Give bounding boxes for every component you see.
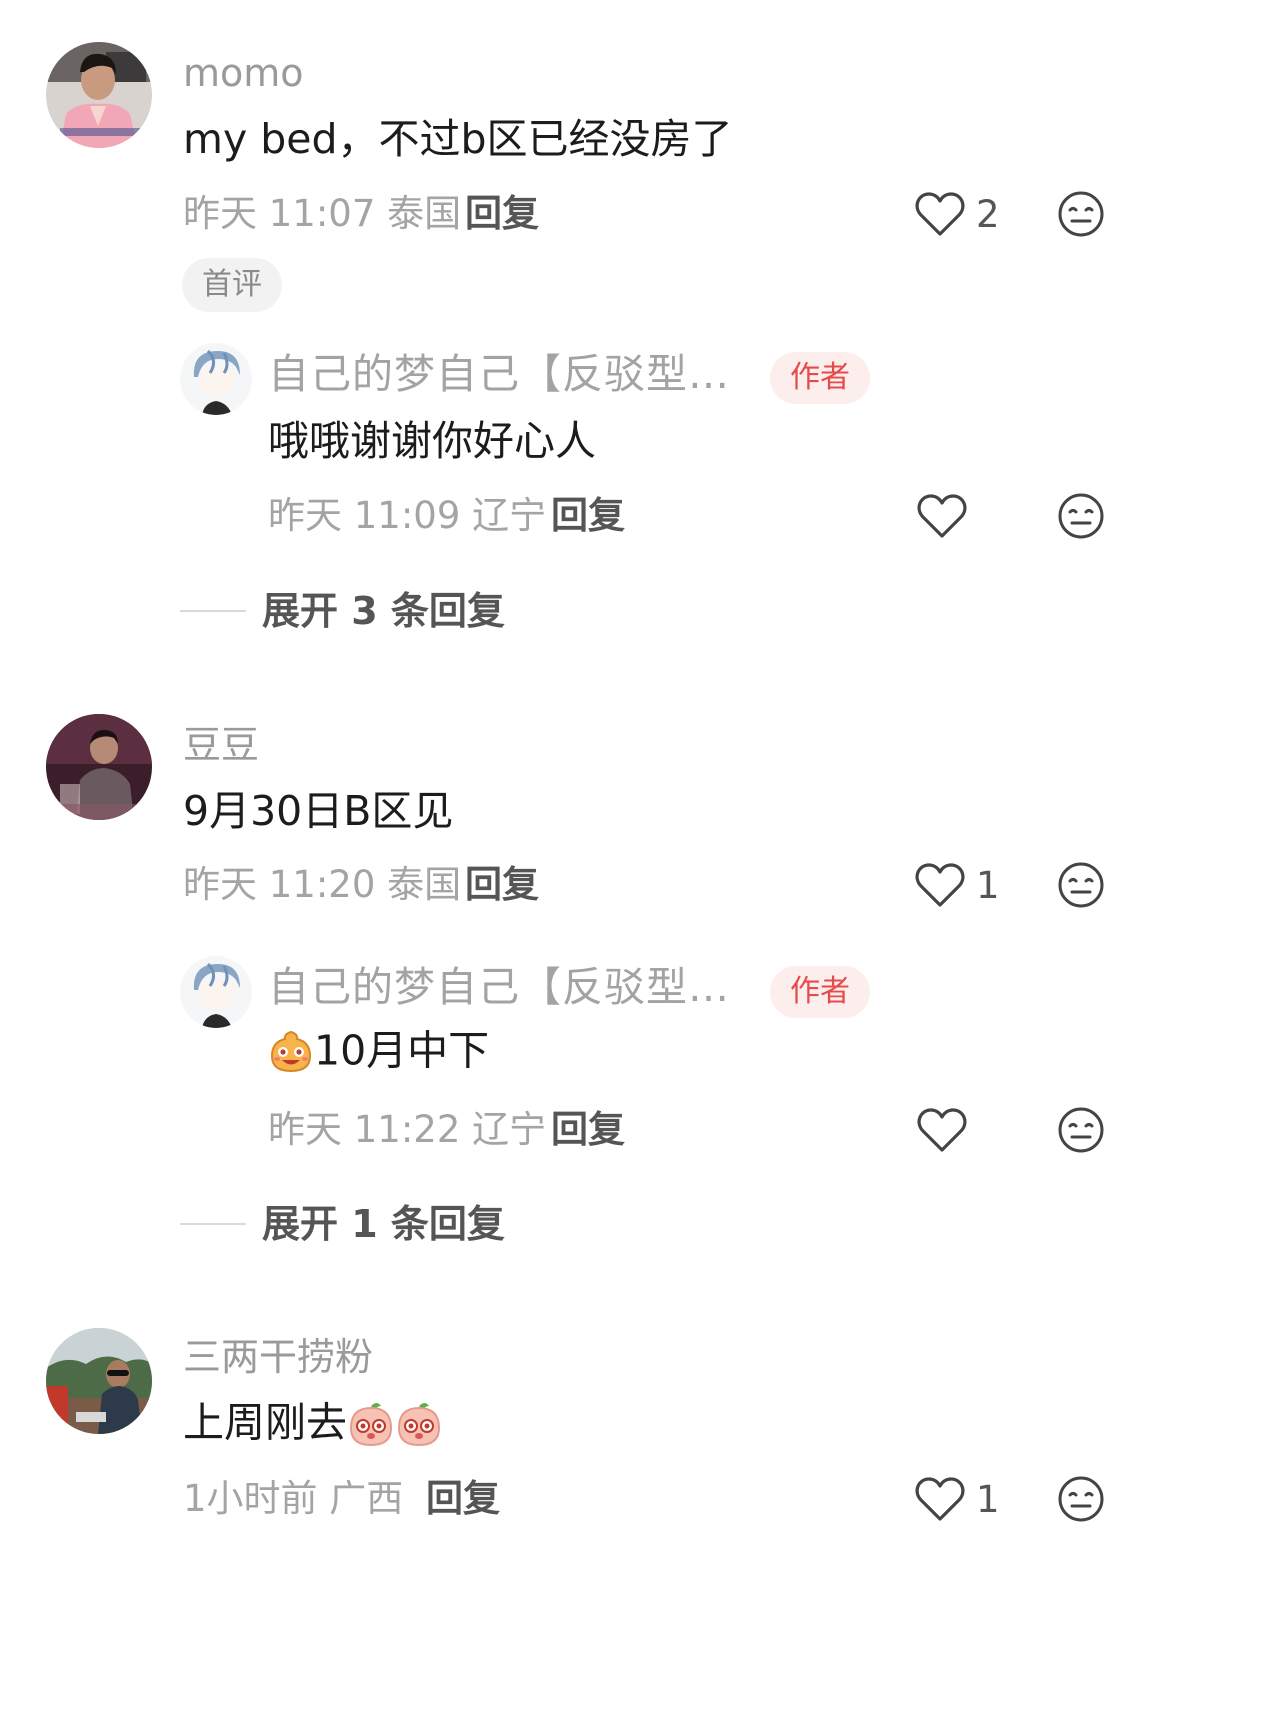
reply-text: 10月中下 [314, 1026, 490, 1075]
avatar-man-dark-room-icon [46, 714, 152, 820]
avatar-man-sunglasses-icon [46, 1328, 152, 1434]
comment-text: 上周刚去 [183, 1398, 347, 1447]
avatar[interactable] [180, 343, 252, 415]
comment-username[interactable]: momo [183, 54, 304, 92]
expand-replies-label: 展开 1 条回复 [262, 1202, 505, 1246]
avatar[interactable] [180, 956, 252, 1028]
first-comment-badge: 首评 [182, 258, 282, 312]
dislike-button[interactable] [1056, 1105, 1106, 1155]
reply-button[interactable]: 回复 [551, 497, 625, 534]
like-button[interactable] [916, 1106, 968, 1154]
peach-face-emoji-icon [395, 1398, 443, 1448]
neutral-face-icon [1058, 191, 1104, 237]
reply-text: 哦哦谢谢你好心人 [268, 417, 596, 465]
comment-username[interactable]: 豆豆 [183, 726, 259, 764]
avatar[interactable] [46, 1328, 152, 1434]
like-button[interactable]: 2 [914, 190, 1000, 238]
reply-username[interactable]: 自己的梦自己【反驳型… [268, 354, 730, 395]
comment-time-location: 昨天 11:07 泰国 [183, 192, 462, 235]
avatar-anime-boy-icon [180, 343, 252, 415]
neutral-face-icon [1058, 493, 1104, 539]
avatar-woman-pink-jacket-icon [46, 42, 152, 148]
expand-replies-button[interactable]: 展开 3 条回复 [180, 592, 505, 630]
heart-outline-icon [917, 1108, 967, 1152]
reply-text-line: 10月中下 [268, 1028, 489, 1074]
reply-time-location: 昨天 11:09 辽宁 [268, 494, 547, 537]
reply-button[interactable]: 回复 [465, 866, 539, 903]
dislike-button[interactable] [1056, 860, 1106, 910]
avatar[interactable] [46, 714, 152, 820]
heart-outline-icon [915, 1477, 965, 1521]
comment-time-location: 1小时前 广西 [183, 1477, 404, 1520]
expand-replies-button[interactable]: 展开 1 条回复 [180, 1205, 505, 1243]
like-button[interactable]: 1 [914, 861, 1000, 909]
comment-username[interactable]: 三两干捞粉 [183, 1338, 373, 1376]
like-count: 1 [976, 1477, 1000, 1521]
reply-time-location: 昨天 11:22 辽宁 [268, 1108, 547, 1151]
neutral-face-icon [1058, 1476, 1104, 1522]
avatar-anime-boy-icon [180, 956, 252, 1028]
reply-button[interactable]: 回复 [465, 195, 539, 232]
peach-face-emoji-icon [347, 1398, 395, 1448]
reply-button[interactable]: 回复 [551, 1111, 625, 1148]
dislike-button[interactable] [1056, 491, 1106, 541]
comment-text: my bed，不过b区已经没房了 [183, 115, 733, 163]
reply-username[interactable]: 自己的梦自己【反驳型… [268, 967, 730, 1008]
dislike-button[interactable] [1056, 1474, 1106, 1524]
comment-text-line: 上周刚去 [183, 1398, 443, 1448]
like-count: 2 [976, 192, 1000, 236]
expand-divider [180, 610, 246, 612]
neutral-face-icon [1058, 1107, 1104, 1153]
comment-time-location: 昨天 11:20 泰国 [183, 863, 462, 906]
dislike-button[interactable] [1056, 189, 1106, 239]
expand-divider [180, 1223, 246, 1225]
avatar[interactable] [46, 42, 152, 148]
neutral-face-icon [1058, 862, 1104, 908]
author-badge: 作者 [770, 966, 870, 1018]
heart-outline-icon [917, 494, 967, 538]
reply-button[interactable]: 回复 [426, 1480, 500, 1517]
smiling-blob-emoji-icon [268, 1028, 314, 1074]
author-badge: 作者 [770, 352, 870, 404]
heart-outline-icon [915, 863, 965, 907]
heart-outline-icon [915, 192, 965, 236]
like-button[interactable] [916, 492, 968, 540]
like-button[interactable]: 1 [914, 1475, 1000, 1523]
expand-replies-label: 展开 3 条回复 [262, 589, 505, 633]
like-count: 1 [976, 863, 1000, 907]
comment-text: 9月30日B区见 [183, 787, 454, 835]
